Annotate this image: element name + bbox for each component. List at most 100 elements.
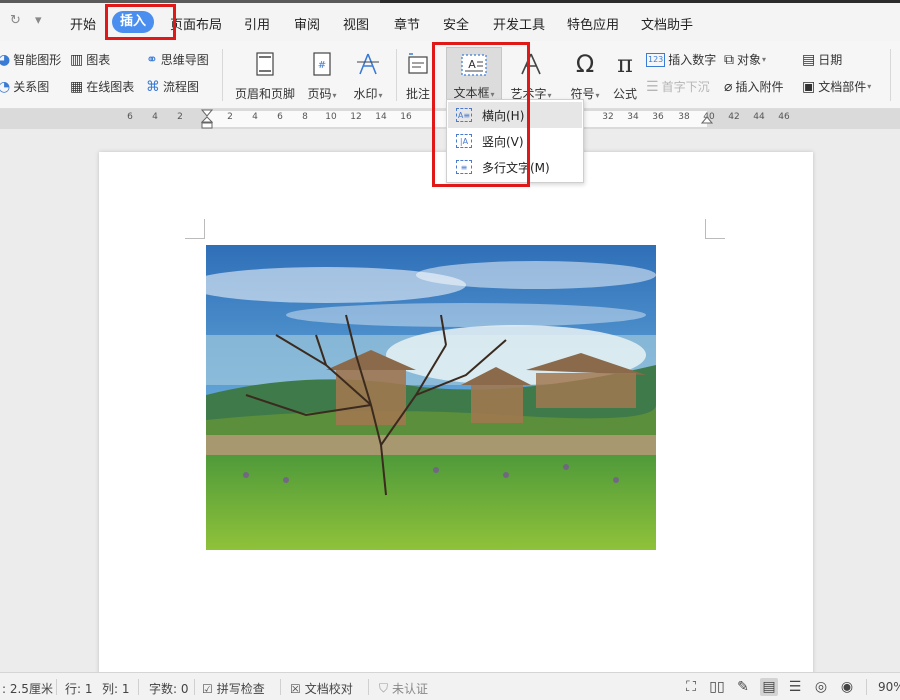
doc-parts-button[interactable]: ▣ 文档部件 ▾ bbox=[802, 78, 871, 95]
online-chart-icon: ▦ bbox=[70, 78, 84, 95]
certification-status[interactable]: ⛉ 未认证 bbox=[379, 680, 428, 697]
object-icon: ⧉ bbox=[724, 51, 734, 68]
textbox-icon: A bbox=[447, 50, 501, 80]
spell-check-button[interactable]: ☑ 拼写检查 bbox=[202, 680, 265, 697]
wordart-button[interactable]: 艺术字▾ bbox=[507, 49, 555, 102]
calendar-icon: ▤ bbox=[802, 51, 816, 68]
chart-button[interactable]: ▥ 图表 bbox=[70, 51, 110, 68]
ruler-number: 2 bbox=[227, 112, 233, 122]
textbox-vertical-option[interactable]: |A 竖向(V) bbox=[448, 128, 582, 154]
status-bar: : 2.5厘米 行: 1 列: 1 字数: 0 ☑ 拼写检查 ☒ 文档校对 ⛉ 未认证… bbox=[0, 672, 900, 700]
ruler-number: 8 bbox=[302, 112, 308, 122]
object-dropdown-icon: ▾ bbox=[762, 55, 767, 64]
pen-icon[interactable]: ✎ bbox=[734, 678, 752, 696]
symbol-button[interactable]: Ω 符号▾ bbox=[566, 49, 604, 102]
spell-check-icon: ☑ bbox=[202, 681, 213, 696]
textbox-multiline-label: 多行文字(M) bbox=[482, 160, 550, 175]
tab-chapter[interactable]: 章节 bbox=[394, 14, 420, 33]
tab-special[interactable]: 特色应用 bbox=[567, 14, 619, 33]
object-label: 对象 bbox=[737, 53, 762, 67]
wordart-icon bbox=[507, 49, 555, 79]
formula-button[interactable]: π 公式 bbox=[610, 49, 640, 102]
tab-references[interactable]: 引用 bbox=[244, 14, 270, 33]
tab-security[interactable]: 安全 bbox=[443, 14, 469, 33]
comment-button[interactable]: 批注 bbox=[403, 49, 433, 102]
mind-map-button[interactable]: ⚭ 思维导图 bbox=[146, 51, 209, 68]
doc-parts-label: 文档部件 bbox=[818, 80, 867, 94]
ruler-number: 32 bbox=[602, 112, 614, 122]
spell-check-label: 拼写检查 bbox=[216, 682, 265, 696]
ruler-number: 6 bbox=[277, 112, 283, 122]
textbox-dropdown-menu: A≡ 横向(H) |A 竖向(V) ≡ 多行文字(M) bbox=[446, 99, 584, 183]
eye-protect-icon[interactable]: ◉ bbox=[838, 678, 856, 696]
object-button[interactable]: ⧉ 对象 ▾ bbox=[724, 51, 766, 68]
document-page[interactable] bbox=[99, 152, 813, 692]
indent-marker-icon[interactable] bbox=[201, 109, 213, 129]
page-number-dropdown-icon: ▾ bbox=[332, 91, 337, 100]
chart-label: 图表 bbox=[86, 53, 111, 67]
smart-shape-button[interactable]: ◕ 智能图形 bbox=[0, 51, 61, 68]
web-view-icon[interactable]: ◎ bbox=[812, 678, 830, 696]
menu-bar: ↻ ▾ 开始 插入 页面布局 引用 审阅 视图 章节 安全 开发工具 特色应用 … bbox=[0, 3, 900, 41]
right-indent-marker-icon[interactable] bbox=[701, 113, 713, 125]
doc-proof-label: 文档校对 bbox=[304, 682, 353, 696]
ribbon-separator bbox=[890, 49, 891, 101]
ruler-number: 4 bbox=[152, 112, 158, 122]
watermark-button[interactable]: 水印▾ bbox=[348, 49, 388, 102]
tab-home[interactable]: 开始 bbox=[70, 14, 96, 33]
ruler-number: 6 bbox=[127, 112, 133, 122]
smart-shape-label: 智能图形 bbox=[13, 53, 62, 67]
drop-cap-button[interactable]: ☰ 首字下沉 bbox=[646, 78, 710, 95]
flowchart-icon: ⌘ bbox=[146, 78, 160, 95]
shield-icon: ⛉ bbox=[379, 681, 389, 695]
inserted-landscape-photo[interactable] bbox=[206, 245, 656, 550]
page-view-icon[interactable]: ▤ bbox=[760, 678, 778, 696]
header-footer-label: 页眉和页脚 bbox=[234, 87, 295, 101]
header-footer-button[interactable]: 页眉和页脚 bbox=[233, 49, 297, 102]
insert-number-button[interactable]: 123 插入数字 bbox=[646, 51, 716, 68]
tab-view[interactable]: 视图 bbox=[343, 14, 369, 33]
page-number-icon: # bbox=[303, 49, 341, 79]
ruler-number: 16 bbox=[400, 112, 412, 122]
date-button[interactable]: ▤ 日期 bbox=[802, 51, 842, 68]
relation-chart-button[interactable]: ◔ 关系图 bbox=[0, 78, 49, 95]
svg-text:#: # bbox=[318, 60, 326, 71]
textbox-button[interactable]: A 文本框▾ bbox=[446, 47, 502, 103]
page-number-label: 页码 bbox=[307, 87, 332, 101]
chart-icon: ▥ bbox=[70, 51, 84, 68]
status-col: 列: 1 bbox=[102, 682, 130, 696]
insert-number-icon: 123 bbox=[646, 52, 666, 67]
status-separator bbox=[280, 679, 281, 695]
tab-insert[interactable]: 插入 bbox=[112, 11, 155, 33]
attachment-button[interactable]: ⌀ 插入附件 bbox=[724, 78, 783, 95]
status-word-count[interactable]: 字数: 0 bbox=[149, 680, 189, 697]
outline-view-icon[interactable]: ☰ bbox=[786, 678, 804, 696]
flowchart-button[interactable]: ⌘ 流程图 bbox=[146, 78, 199, 95]
redo-icon[interactable]: ↻ bbox=[10, 13, 21, 28]
textbox-icon-letter: A bbox=[468, 58, 476, 71]
doc-parts-icon: ▣ bbox=[802, 78, 816, 95]
tab-page-layout[interactable]: 页面布局 bbox=[170, 14, 222, 33]
customize-toolbar-icon[interactable]: ▾ bbox=[35, 13, 42, 28]
drop-cap-label: 首字下沉 bbox=[661, 80, 710, 94]
paperclip-icon: ⌀ bbox=[724, 78, 733, 95]
textbox-multiline-option[interactable]: ≡ 多行文字(M) bbox=[448, 154, 582, 180]
doc-proof-button[interactable]: ☒ 文档校对 bbox=[290, 680, 353, 697]
not-certified-label: 未认证 bbox=[392, 682, 429, 696]
tab-review[interactable]: 审阅 bbox=[294, 14, 320, 33]
mind-map-label: 思维导图 bbox=[160, 53, 209, 67]
tab-doc-assistant[interactable]: 文档助手 bbox=[641, 14, 693, 33]
status-position: : 2.5厘米 bbox=[2, 682, 53, 696]
header-footer-icon bbox=[233, 49, 297, 79]
fullscreen-icon[interactable]: ⛶ bbox=[682, 678, 700, 696]
watermark-icon bbox=[348, 49, 388, 79]
read-mode-icon[interactable]: ▯▯ bbox=[708, 678, 726, 696]
drop-cap-icon: ☰ bbox=[646, 78, 659, 95]
tab-developer[interactable]: 开发工具 bbox=[493, 14, 545, 33]
zoom-level[interactable]: 90% bbox=[878, 680, 900, 694]
textbox-horizontal-option[interactable]: A≡ 横向(H) bbox=[448, 102, 582, 128]
doc-parts-dropdown-icon: ▾ bbox=[867, 82, 872, 91]
page-number-button[interactable]: # 页码▾ bbox=[303, 49, 341, 102]
status-separator bbox=[56, 679, 57, 695]
online-chart-button[interactable]: ▦ 在线图表 bbox=[70, 78, 134, 95]
